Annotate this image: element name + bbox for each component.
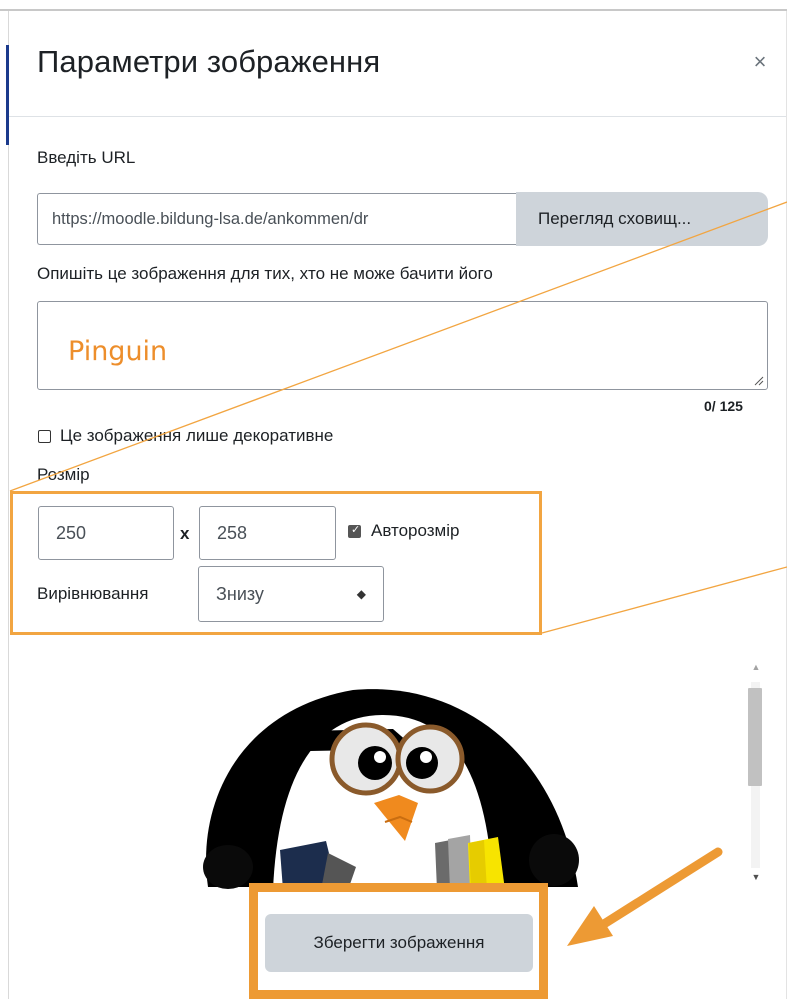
- header-divider: [9, 116, 786, 117]
- background-page-edge: [6, 45, 9, 145]
- resize-grip-icon[interactable]: [754, 376, 764, 386]
- alt-text-textarea[interactable]: Pinguin: [37, 301, 768, 390]
- penguin-image: [203, 689, 579, 890]
- scroll-down-icon[interactable]: ▼: [750, 870, 762, 884]
- scroll-up-icon[interactable]: ▲: [750, 660, 762, 674]
- dialog-title: Параметри зображення: [37, 44, 381, 79]
- preview-scrollbar[interactable]: ▲ ▼: [744, 660, 768, 890]
- scroll-thumb[interactable]: [748, 688, 762, 786]
- annotation-line-lower: [541, 566, 787, 634]
- decorative-label: Це зображення лише декоративне: [60, 426, 334, 445]
- close-icon[interactable]: ×: [746, 48, 774, 76]
- alt-text-label: Опишіть це зображення для тих, хто не мо…: [37, 264, 493, 283]
- dialog-left-border: [8, 11, 9, 999]
- size-label: Розмір: [37, 465, 90, 484]
- browse-repositories-button[interactable]: Перегляд сховищ...: [516, 192, 768, 246]
- alt-text-value: Pinguin: [68, 336, 168, 367]
- url-input[interactable]: https://moodle.bildung-lsa.de/ankommen/d…: [37, 193, 516, 245]
- window-top-edge: [0, 0, 787, 11]
- decorative-checkbox[interactable]: [38, 430, 51, 443]
- char-counter: 0/ 125: [704, 398, 743, 414]
- image-preview: [178, 655, 738, 895]
- annotation-size-highlight: [10, 491, 542, 635]
- url-label: Введіть URL: [37, 148, 136, 167]
- annotation-save-highlight: [249, 883, 548, 999]
